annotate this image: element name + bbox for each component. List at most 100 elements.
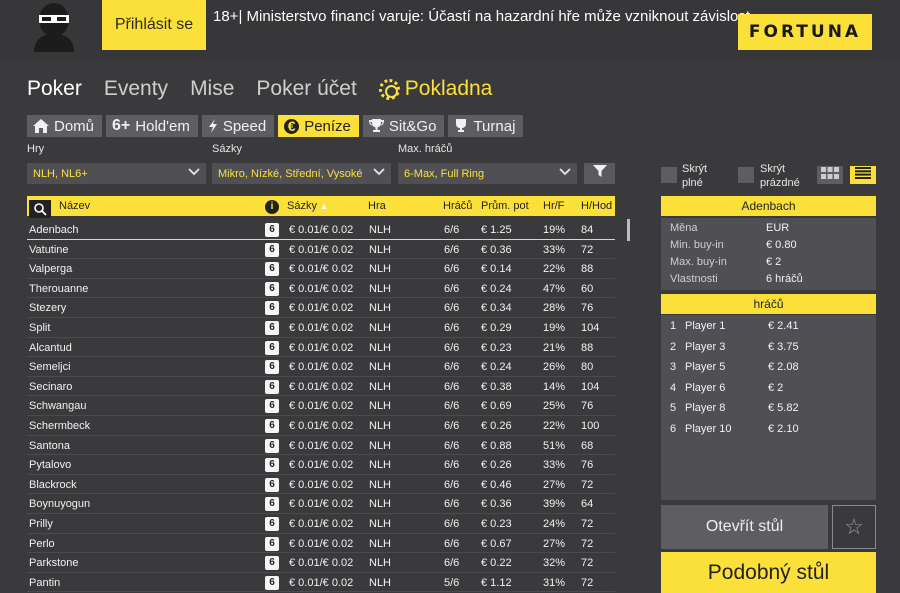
- player-name: Player 10: [685, 422, 732, 435]
- table-cell-stakes: € 0.01/€ 0.02: [289, 321, 354, 334]
- col-game[interactable]: Hra: [368, 200, 386, 212]
- grid-icon: [821, 166, 839, 184]
- table-cell-game: NLH: [369, 282, 392, 295]
- col-stakes[interactable]: Sázky ▲: [287, 200, 328, 212]
- table-cell-pot: € 0.22: [481, 557, 512, 570]
- col-hands-hour[interactable]: H/Hod: [581, 200, 612, 212]
- table-row[interactable]: Perlo € 0.01/€ 0.02 NLH 6/6 € 0.67 27% 72 6: [27, 534, 615, 554]
- table-row[interactable]: Alcantud € 0.01/€ 0.02 NLH 6/6 € 0.23 21% 88 6: [27, 338, 615, 358]
- table-row[interactable]: Prilly € 0.01/€ 0.02 NLH 6/6 € 0.23 24% 72 6: [27, 514, 615, 534]
- table-cell-players: 6/6: [444, 459, 460, 472]
- login-button[interactable]: Přihlásit se: [102, 0, 206, 50]
- table-row[interactable]: Schwangau € 0.01/€ 0.02 NLH 6/6 € 0.69 25% 76 6: [27, 396, 615, 416]
- table-row[interactable]: Boynuyogun € 0.01/€ 0.02 NLH 6/6 € 0.36 39% 64…: [27, 494, 615, 514]
- tab-home[interactable]: Domů: [27, 115, 103, 137]
- games-select[interactable]: NLH, NL6+: [27, 163, 206, 184]
- nav-poker[interactable]: Poker: [27, 77, 82, 101]
- table-row[interactable]: Santona € 0.01/€ 0.02 NLH 6/6 € 0.88 51% 68 6: [27, 436, 615, 456]
- detail-key: Max. buy-in: [670, 256, 727, 268]
- info-icon[interactable]: i: [265, 200, 279, 214]
- filter-button[interactable]: [584, 163, 615, 184]
- col-avg-pot[interactable]: Prům. pot: [481, 200, 529, 212]
- table-cell-players: 6/6: [444, 321, 460, 334]
- table-cell-players: 6/6: [444, 439, 460, 452]
- detail-value: € 0.80: [766, 239, 797, 251]
- tab-money[interactable]: € Peníze: [278, 115, 359, 137]
- hide-full-checkbox[interactable]: [661, 167, 677, 183]
- table-cell-hands-flop: 21%: [543, 341, 566, 354]
- hide-empty-checkbox[interactable]: [738, 167, 754, 183]
- player-stack: € 2.10: [768, 422, 799, 435]
- table-cell-stakes: € 0.01/€ 0.02: [289, 224, 354, 236]
- nav-cashier[interactable]: Pokladna: [378, 77, 492, 101]
- table-cell-name: Santona: [29, 439, 70, 452]
- table-cell-name: Stezery: [29, 302, 67, 315]
- table-cell-pot: € 0.67: [481, 537, 512, 550]
- nav-events[interactable]: Eventy: [104, 77, 168, 101]
- table-row[interactable]: Valperga € 0.01/€ 0.02 NLH 6/6 € 0.14 22% 88 6: [27, 259, 615, 279]
- table-row[interactable]: Pytalovo € 0.01/€ 0.02 NLH 6/6 € 0.26 33% 76 6: [27, 455, 615, 475]
- euro-coin-icon: €: [284, 118, 300, 134]
- table-details: Měna EUR Min. buy-in € 0.80 Max. buy-in € 2…: [661, 218, 876, 290]
- player-stack: € 2.41: [768, 320, 799, 332]
- table-row[interactable]: Vatutine € 0.01/€ 0.02 NLH 6/6 € 0.36 33% 72 6: [27, 240, 615, 260]
- table-cell-hands-flop: 22%: [543, 419, 566, 432]
- table-cell-pot: € 0.24: [481, 282, 512, 295]
- tab-home-label: Domů: [54, 117, 95, 135]
- table-row[interactable]: Split € 0.01/€ 0.02 NLH 6/6 € 0.29 19% 104 6: [27, 318, 615, 338]
- tab-holdem[interactable]: 6+ Hold'em: [106, 115, 198, 137]
- table-cell-hands-hour: 68: [581, 439, 594, 452]
- table-row[interactable]: Blackrock € 0.01/€ 0.02 NLH 6/6 € 0.46 27% 72 6: [27, 475, 615, 495]
- open-table-button[interactable]: Otevřít stůl: [661, 505, 828, 549]
- col-players[interactable]: Hráčů: [443, 200, 472, 212]
- max-players-select[interactable]: 6-Max, Full Ring: [398, 163, 577, 184]
- table-cell-players: 6/6: [444, 224, 460, 236]
- player-name: Player 5: [685, 361, 726, 373]
- seat-count-badge: 6: [265, 516, 279, 531]
- table-row[interactable]: Schermbeck € 0.01/€ 0.02 NLH 6/6 € 0.26 22% 10…: [27, 416, 615, 436]
- table-cell-hands-hour: 76: [581, 459, 594, 472]
- table-cell-hands-flop: 31%: [543, 576, 566, 589]
- nav-missions[interactable]: Mise: [190, 77, 234, 101]
- stakes-select[interactable]: Mikro, Nízké, Střední, Vysoké: [212, 163, 391, 184]
- list-view-button[interactable]: [850, 166, 876, 184]
- table-cell-hands-hour: 80: [581, 361, 594, 374]
- scrollbar[interactable]: [627, 219, 630, 241]
- avatar[interactable]: [26, 0, 82, 52]
- table-cell-hands-flop: 28%: [543, 302, 566, 315]
- table-row[interactable]: Semeljci € 0.01/€ 0.02 NLH 6/6 € 0.24 26% 80 6: [27, 357, 615, 377]
- tab-sitgo[interactable]: Sit&Go: [362, 115, 445, 137]
- player-stack: € 3.75: [768, 340, 799, 353]
- table-cell-stakes: € 0.01/€ 0.02: [289, 498, 354, 511]
- grid-view-button[interactable]: [817, 166, 843, 184]
- max-players-select-value: 6-Max, Full Ring: [404, 167, 485, 180]
- table-row[interactable]: Pantin € 0.01/€ 0.02 NLH 5/6 € 1.12 31% 72 6: [27, 573, 615, 593]
- player-seat-number: 5: [670, 402, 677, 414]
- table-row[interactable]: Secinaro € 0.01/€ 0.02 NLH 6/6 € 0.38 14% 104 6: [27, 377, 615, 397]
- search-icon[interactable]: [29, 200, 51, 218]
- table-cell-stakes: € 0.01/€ 0.02: [289, 361, 354, 374]
- table-cell-stakes: € 0.01/€ 0.02: [289, 537, 354, 550]
- funnel-icon: [592, 164, 607, 183]
- detail-row: Max. buy-in € 2: [661, 254, 876, 271]
- table-cell-stakes: € 0.01/€ 0.02: [289, 243, 354, 256]
- table-cell-pot: € 0.34: [481, 302, 512, 315]
- similar-table-button[interactable]: Podobný stůl: [661, 552, 876, 593]
- table-cell-game: NLH: [369, 302, 392, 315]
- tab-tournament[interactable]: Turnaj: [448, 115, 524, 137]
- table-row[interactable]: Therouanne € 0.01/€ 0.02 NLH 6/6 € 0.24 47% 60…: [27, 279, 615, 299]
- favorite-button[interactable]: ☆: [832, 505, 876, 549]
- col-name[interactable]: Název: [59, 200, 90, 212]
- tab-speed[interactable]: Speed: [201, 115, 275, 137]
- table-cell-name: Blackrock: [29, 478, 77, 491]
- table-cell-players: 6/6: [444, 302, 460, 315]
- table-cell-name: Boynuyogun: [29, 498, 91, 511]
- table-cell-players: 5/6: [444, 576, 460, 589]
- table-row[interactable]: Adenbach € 0.01/€ 0.02 NLH 6/6 € 1.25 19% 84 6: [27, 220, 615, 240]
- fortuna-logo[interactable]: FORTUNA: [738, 14, 872, 50]
- col-hands-flop[interactable]: Hr/F: [543, 200, 564, 212]
- table-row[interactable]: Stezery € 0.01/€ 0.02 NLH 6/6 € 0.34 28% 76 6: [27, 298, 615, 318]
- nav-poker-account[interactable]: Poker účet: [256, 77, 356, 101]
- player-name: Player 8: [685, 402, 726, 414]
- table-row[interactable]: Parkstone € 0.01/€ 0.02 NLH 6/6 € 0.22 32% 72 6: [27, 553, 615, 573]
